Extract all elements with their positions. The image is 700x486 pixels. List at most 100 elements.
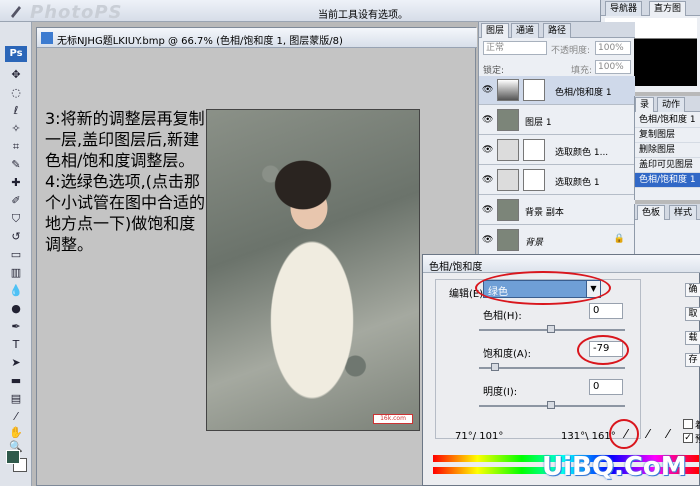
marquee-tool-icon[interactable]: ◌ [9,86,23,100]
document-title: 无标NJHG题LKIUY.bmp @ 66.7% (色相/饱和度 1, 图层蒙版… [57,36,343,47]
gradient-tool-icon[interactable]: ▥ [9,266,23,280]
shape-tool-icon[interactable]: ▬ [9,374,23,388]
canvas-photo[interactable]: 16k.com [206,109,420,431]
document-icon [41,32,53,44]
saturation-slider-thumb[interactable] [491,363,499,371]
ps-badge: Ps [5,46,27,62]
lightness-slider-thumb[interactable] [547,401,555,409]
tab-actions[interactable]: 动作 [657,97,686,112]
layer-name: 选取颜色 1 [555,178,600,188]
eyedropper-tool-icon[interactable]: ✎ [9,158,23,172]
lightness-label: 明度(I): [483,387,518,398]
eyedropper-minus-icon[interactable]: ⁄ [661,427,675,441]
mask-thumbnail [523,79,545,101]
photo-watermark: 16k.com [373,414,413,424]
highlight-ring-eyedropper [609,419,639,449]
hue-slider-thumb[interactable] [547,325,555,333]
history-item[interactable]: 删除图层 [635,143,700,158]
layer-name: 选取颜色 1... [555,148,609,158]
dialog-title[interactable]: 色相/饱和度 [423,255,700,273]
lasso-tool-icon[interactable]: ℓ [9,104,23,118]
fill-input[interactable]: 100% [595,60,631,74]
tab-navigator[interactable]: 导航器 [605,1,643,16]
lock-label: 锁定: [483,66,505,76]
eraser-tool-icon[interactable]: ▭ [9,248,23,262]
visibility-eye-icon[interactable]: 👁 [482,235,493,245]
blend-mode-select[interactable]: 正常 [483,41,547,55]
brush-tool-icon-2[interactable]: ✐ [9,194,23,208]
document-title-bar[interactable]: 无标NJHG题LKIUY.bmp @ 66.7% (色相/饱和度 1, 图层蒙版… [37,28,477,48]
opacity-input[interactable]: 100% [595,41,631,55]
mask-thumbnail [523,139,545,161]
magic-wand-tool-icon[interactable]: ✧ [9,122,23,136]
pen-tool-icon[interactable]: ✒ [9,320,23,334]
adjustment-thumbnail [497,139,519,161]
tab-styles[interactable]: 样式 [669,205,698,220]
layer-row[interactable]: 👁 色相/饱和度 1 [479,76,635,105]
swatches-panel: 色板 样式 [634,204,700,254]
colorize-label: 着 [695,421,700,431]
history-item[interactable]: 复制图层 [635,128,700,143]
layer-row[interactable]: 👁 选取颜色 1... [479,136,635,165]
eyedropper-plus-icon[interactable]: ⁄ [641,427,655,441]
tab-paths[interactable]: 路径 [543,23,572,38]
photoshop-watermark-logo: PhotoPS [30,2,123,23]
highlight-ring-saturation [577,335,629,365]
image-thumbnail [497,229,519,251]
layer-row[interactable]: 👁 图层 1 [479,106,635,135]
history-panel: 录 动作 色相/饱和度 1 复制图层 删除图层 盖印可见图层 色相/饱和度 1 [634,96,700,200]
colorize-checkbox[interactable] [683,419,693,429]
visibility-eye-icon[interactable]: 👁 [482,115,493,125]
tab-history[interactable]: 录 [635,97,655,112]
visibility-eye-icon[interactable]: 👁 [482,205,493,215]
load-button[interactable]: 载 [685,331,700,345]
layer-name: 图层 1 [525,118,552,128]
type-tool-icon[interactable]: T [9,338,23,352]
instruction-step-4: 4:选绿色选项,(点击那个小试管在图中合适的地方点一下)做饱和度调整。 [45,172,206,254]
lightness-input[interactable]: 0 [589,379,623,395]
layer-row[interactable]: 👁 背景 副本 [479,196,635,225]
tab-histogram[interactable]: 直方图 [649,1,687,16]
hand-tool-icon[interactable]: ✋ [9,426,23,440]
path-select-tool-icon[interactable]: ➤ [9,356,23,370]
save-button[interactable]: 存 [685,353,700,367]
image-thumbnail [497,109,519,131]
image-thumbnail [497,199,519,221]
healing-tool-icon[interactable]: ✚ [9,176,23,190]
adjustment-thumbnail [497,169,519,191]
history-brush-tool-icon[interactable]: ↺ [9,230,23,244]
tab-channels[interactable]: 通道 [511,23,540,38]
saturation-slider-track[interactable] [479,367,625,369]
mask-thumbnail [523,169,545,191]
layer-name: 背景 [525,238,544,248]
history-item[interactable]: 盖印可见图层 [635,158,700,173]
layer-row[interactable]: 👁 选取颜色 1 [479,166,635,195]
notes-tool-icon[interactable]: ▤ [9,392,23,406]
hue-input[interactable]: 0 [589,303,623,319]
layer-row[interactable]: 👁 背景 🔒 [479,226,635,255]
layer-name: 背景 副本 [525,208,564,218]
eyedropper2-tool-icon[interactable]: ⁄ [9,410,23,424]
saturation-label: 饱和度(A): [483,349,532,360]
ok-button[interactable]: 确 [685,283,700,297]
site-logo: UiBQ.CoM [542,452,687,482]
history-item[interactable]: 色相/饱和度 1 [635,113,700,128]
move-tool-icon[interactable]: ✥ [9,68,23,82]
visibility-eye-icon[interactable]: 👁 [482,145,493,155]
visibility-eye-icon[interactable]: 👁 [482,175,493,185]
crop-tool-icon[interactable]: ⌗ [9,140,23,154]
brush-tool-icon[interactable] [8,3,24,19]
tab-layers[interactable]: 图层 [481,23,510,38]
dodge-tool-icon[interactable]: ● [9,302,23,316]
tab-swatches[interactable]: 色板 [637,205,666,220]
hue-label: 色相(H): [483,311,522,322]
history-tabs: 录 动作 [635,96,700,112]
cancel-button[interactable]: 取 [685,307,700,321]
visibility-eye-icon[interactable]: 👁 [482,85,493,95]
stamp-tool-icon[interactable]: ⛉ [9,212,23,226]
fill-label: 填充: [571,66,593,76]
blur-tool-icon[interactable]: 💧 [9,284,23,298]
history-item[interactable]: 色相/饱和度 1 [635,173,700,188]
preview-checkbox[interactable]: ✓ [683,433,693,443]
foreground-color-swatch[interactable] [6,450,20,464]
